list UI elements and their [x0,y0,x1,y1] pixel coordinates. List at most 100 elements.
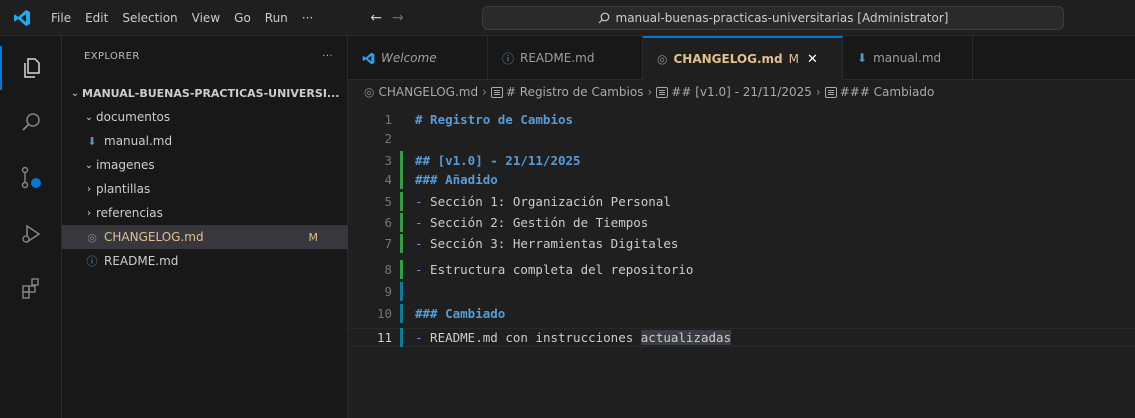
tree-item-label: imagenes [96,158,155,172]
line-number: 10 [376,306,392,321]
root-folder-label: MANUAL-BUENAS-PRACTICAS-UNIVERSI... [82,86,340,100]
breadcrumb-h2-label: ## [v1.0] - 21/11/2025 [671,85,812,99]
code-line-11[interactable]: 11 - README.md con instrucciones actuali… [348,328,1135,347]
code-line-5[interactable]: 5 - Sección 1: Organización Personal [348,192,1135,211]
code-line-8[interactable]: 8 - Estructura completa del repositorio [348,260,1135,279]
line-content: Estructura completa del repositorio [422,262,694,277]
tab-changelog[interactable]: ◎ CHANGELOG.md M ✕ [643,36,843,80]
tree-item-referencias[interactable]: › referencias [62,201,348,225]
info-icon: ⓘ [502,51,515,66]
tree-item-changelog[interactable]: ◎ CHANGELOG.md M [62,225,348,249]
forward-arrow-icon[interactable]: → [392,10,404,26]
menu-go[interactable]: Go [227,0,258,36]
close-icon[interactable]: ✕ [807,52,818,67]
gutter-added-marker [400,234,403,253]
tree-item-plantillas[interactable]: › plantillas [62,177,348,201]
command-center-search[interactable]: manual-buenas-practicas-universitarias [… [482,6,1064,30]
chevron-right-icon: › [87,207,91,219]
modified-badge: M [308,230,319,244]
line-text: ## [v1.0] - 21/11/2025 [415,153,581,168]
modified-badge: M [788,52,799,66]
search-text: manual-buenas-practicas-universitarias [… [615,11,949,25]
gutter-modified-marker [400,304,403,323]
explorer-header: EXPLORER ··· [62,36,347,76]
list-bullet: - [415,330,423,345]
breadcrumb-h2[interactable]: ## [v1.0] - 21/11/2025 [656,85,812,99]
tree-item-documentos[interactable]: ⌄ documentos [62,105,348,129]
line-content: Sección 3: Herramientas Digitales [422,236,679,251]
breadcrumb-h3[interactable]: ### Cambiado [824,85,934,99]
list-bullet: - [415,262,423,277]
tree-item-readme[interactable]: ⓘ README.md [62,249,348,273]
gutter-marker [400,129,403,148]
gutter-added-marker [400,213,403,232]
list-bullet: - [415,236,423,251]
line-number: 5 [384,194,392,209]
source-control-icon[interactable] [0,156,62,200]
code-line-2[interactable]: 2 [348,129,1135,148]
breadcrumb-h1[interactable]: # Registro de Cambios [490,85,644,99]
line-number: 11 [376,330,392,345]
markdown-file-icon: ⬇ [87,134,97,148]
search-icon[interactable] [0,100,62,144]
title-bar: File Edit Selection View Go Run ··· ← → … [0,0,1135,36]
run-debug-icon[interactable] [0,212,62,256]
tree-item-label: documentos [96,110,171,124]
gutter-marker [400,110,403,129]
gutter-added-marker [400,260,403,279]
selection-highlight: actualizadas [640,330,732,345]
changelog-file-icon: ◎ [364,85,375,99]
symbol-string-icon [490,87,503,98]
symbol-string-icon [824,87,837,98]
folder-root[interactable]: ⌄ MANUAL-BUENAS-PRACTICAS-UNIVERSI... [62,81,348,105]
tree-item-label: plantillas [96,182,151,196]
menu-run[interactable]: Run [258,0,295,36]
tab-manual[interactable]: ⬇ manual.md [843,36,973,80]
changelog-file-icon: ◎ [657,52,668,66]
code-line-4[interactable]: 4 ### Añadido [348,170,1135,189]
tab-welcome[interactable]: Welcome [348,36,488,80]
tree-item-label: README.md [104,254,179,268]
code-editor[interactable]: 1 # Registro de Cambios 2 3 ## [v1.0] - … [348,104,1135,418]
explorer-sidebar: EXPLORER ··· ⌄ MANUAL-BUENAS-PRACTICAS-U… [62,36,348,418]
back-arrow-icon[interactable]: ← [370,10,382,26]
tab-label: CHANGELOG.md [673,52,783,66]
code-line-7[interactable]: 7 - Sección 3: Herramientas Digitales [348,234,1135,253]
line-text: # Registro de Cambios [415,112,574,127]
code-line-6[interactable]: 6 - Sección 2: Gestión de Tiempos [348,213,1135,232]
line-number: 3 [384,153,392,168]
line-text: - Sección 3: Herramientas Digitales [415,236,678,251]
chevron-right-icon: › [815,85,821,99]
line-number: 2 [384,131,392,146]
chevron-right-icon: › [482,85,487,99]
explorer-files-icon[interactable] [0,46,62,90]
code-line-3[interactable]: 3 ## [v1.0] - 21/11/2025 [348,151,1135,170]
menu-view[interactable]: View [185,0,227,36]
menu-edit[interactable]: Edit [78,0,115,36]
extensions-icon[interactable] [0,266,62,310]
tree-item-label: CHANGELOG.md [104,230,204,244]
tree-item-label: referencias [96,206,163,220]
menu-file[interactable]: File [44,0,78,36]
code-line-9[interactable]: 9 [348,282,1135,301]
tree-item-imagenes[interactable]: ⌄ imagenes [62,153,348,177]
breadcrumb-h1-label: # Registro de Cambios [505,85,644,99]
code-line-1[interactable]: 1 # Registro de Cambios [348,110,1135,129]
code-line-10[interactable]: 10 ### Cambiado [348,304,1135,323]
line-number: 1 [384,112,392,127]
breadcrumb-file[interactable]: CHANGELOG.md [378,85,478,99]
symbol-string-icon [656,87,669,98]
explorer-more-actions[interactable]: ··· [322,51,333,62]
line-number: 7 [384,236,392,251]
tree-item-manual[interactable]: ⬇ manual.md [62,129,348,153]
line-text: ### Cambiado [415,306,506,321]
changelog-file-icon: ◎ [87,230,97,244]
tab-readme[interactable]: ⓘ README.md [488,36,643,80]
menu-selection[interactable]: Selection [115,0,184,36]
line-text: - README.md con instrucciones actualizad… [415,330,732,345]
chevron-down-icon: ⌄ [84,159,94,171]
editor-tab-bar: Welcome ⓘ README.md ◎ CHANGELOG.md M ✕ ⬇… [348,36,1135,80]
info-icon: ⓘ [86,255,98,268]
menu-more[interactable]: ··· [295,0,320,36]
activity-bar [0,36,62,418]
